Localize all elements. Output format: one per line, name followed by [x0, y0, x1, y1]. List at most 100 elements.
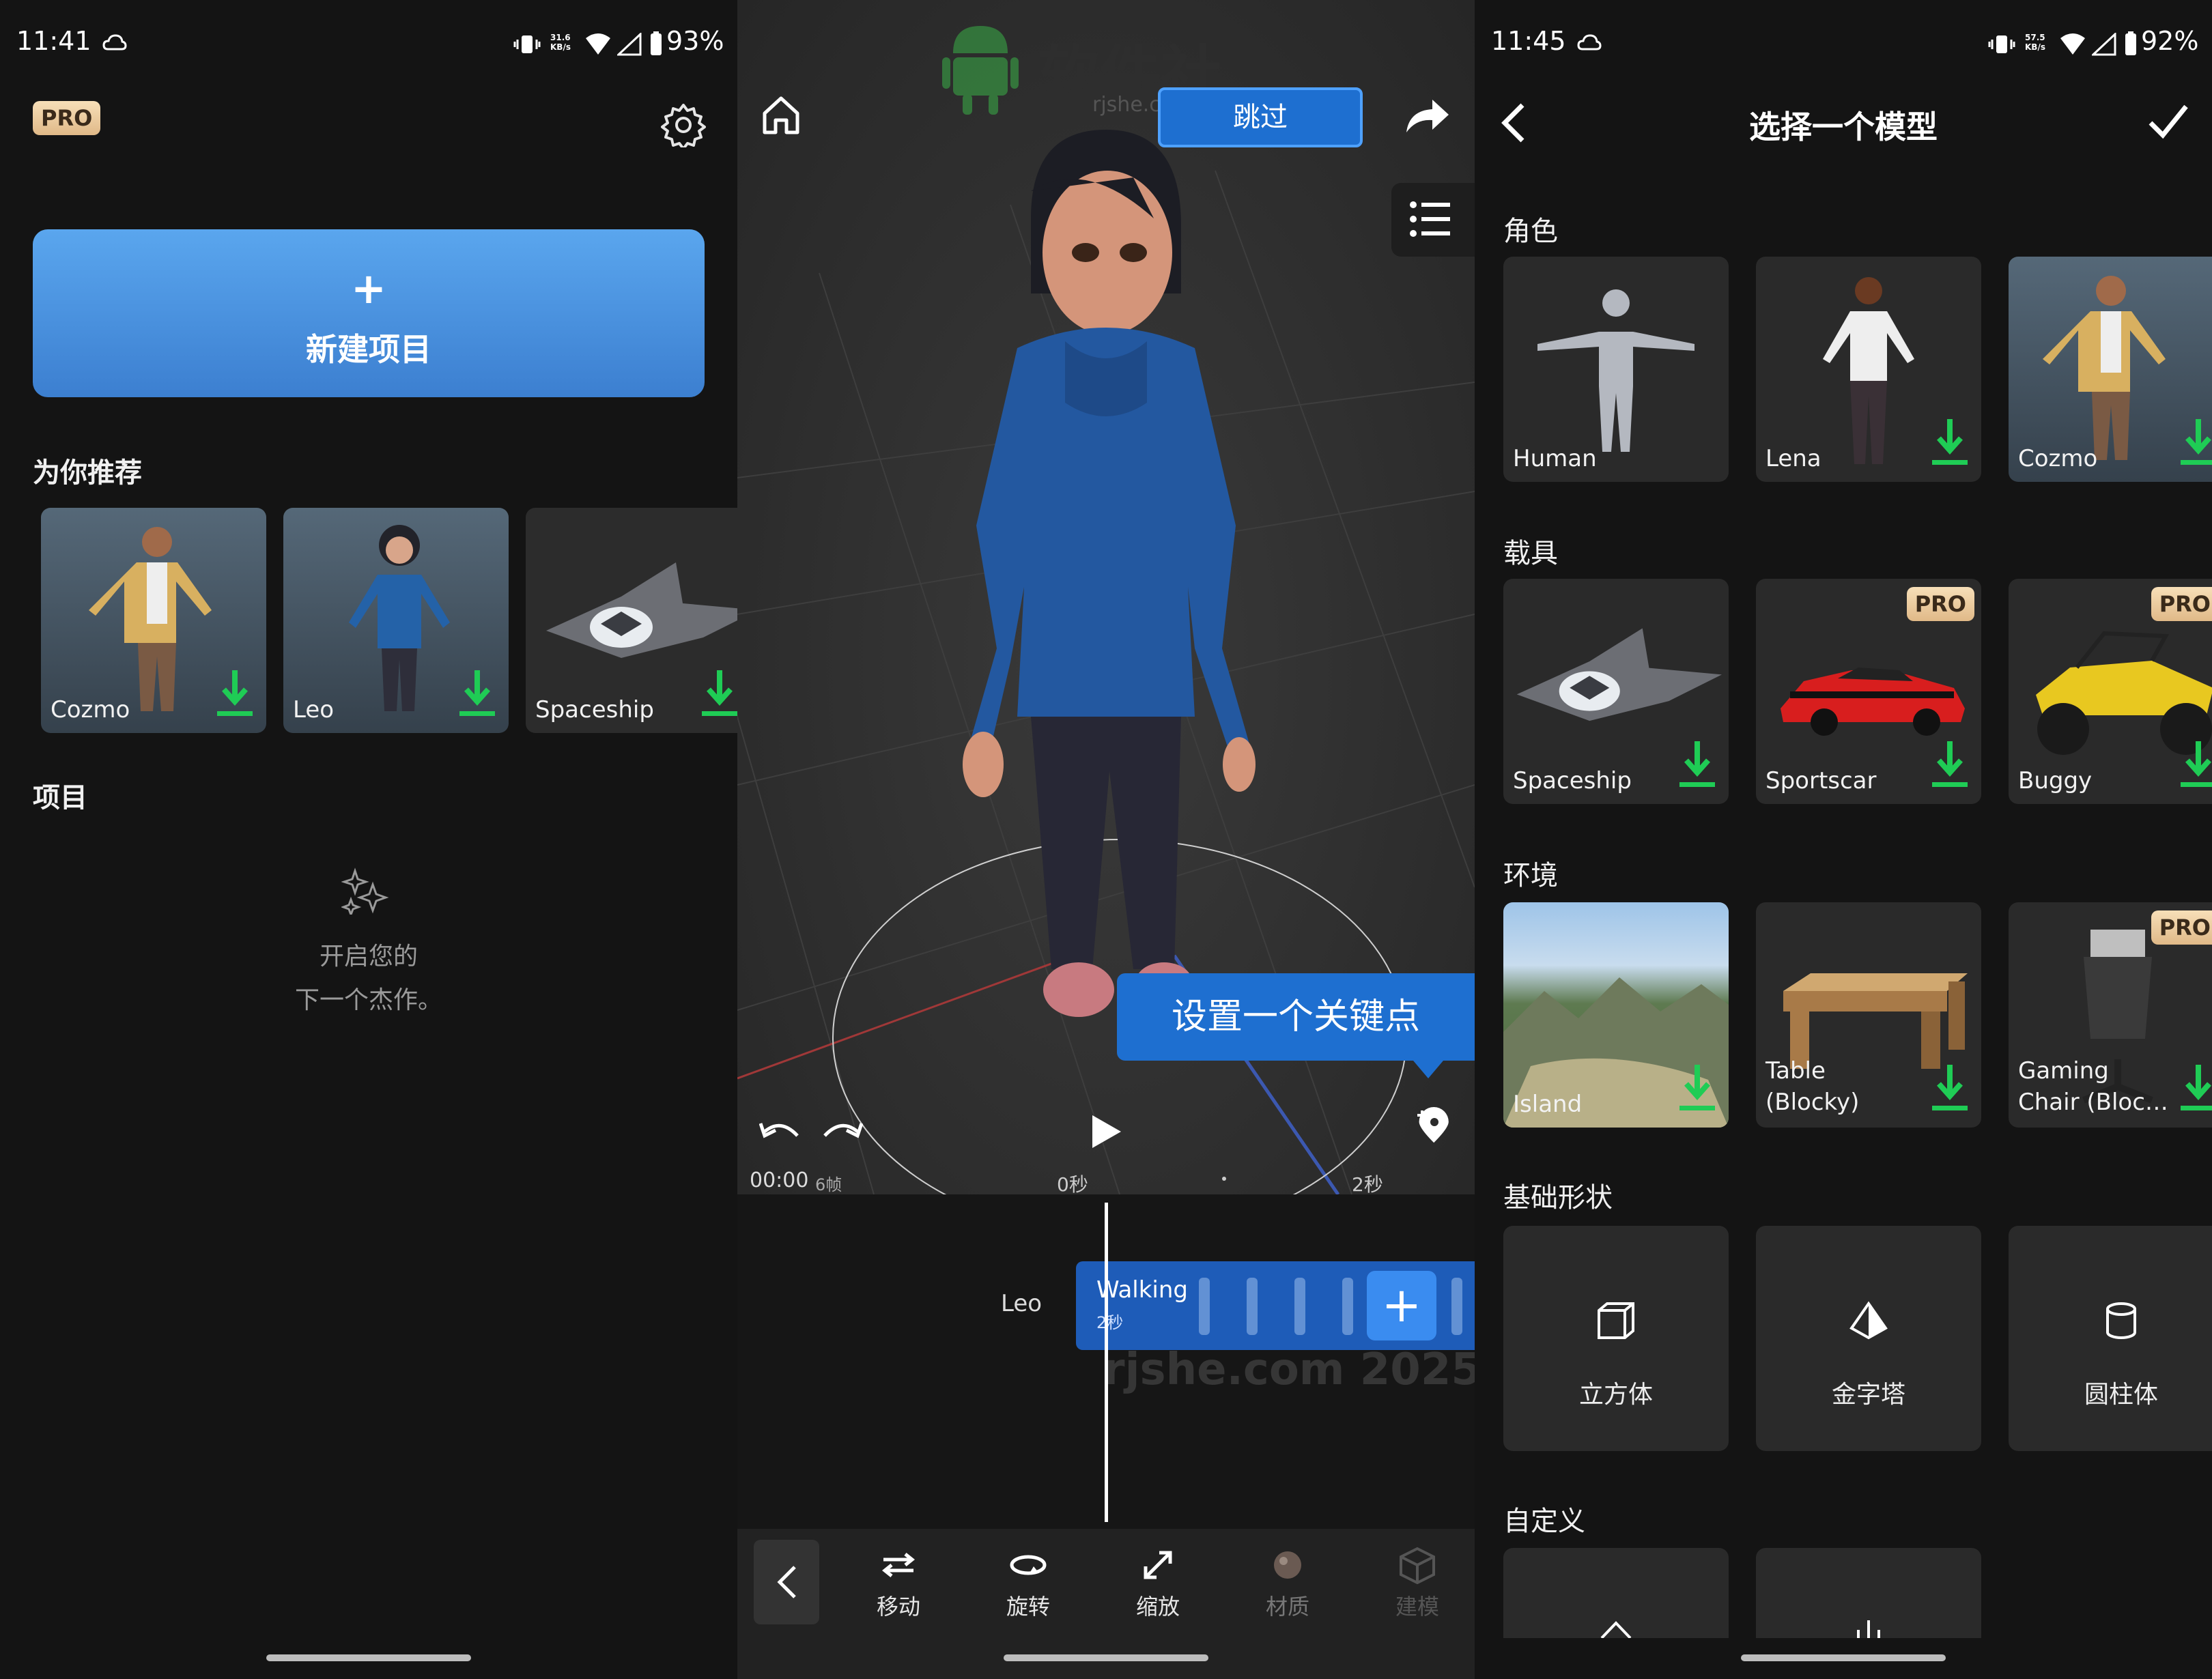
model-card-table[interactable]: Table (Blocky)	[1756, 902, 1981, 1128]
recommended-card-leo[interactable]: Leo	[283, 508, 509, 733]
tool-label: 旋转	[1006, 1594, 1050, 1620]
battery-icon	[650, 31, 662, 56]
model-picker-screen: 11:45 57.5 KB/s 92% 选择一个模型 角色 Human Lena	[1475, 0, 2212, 1679]
add-clip-button[interactable]: +	[1367, 1271, 1436, 1340]
animation-clip[interactable]: Walking 2秒 +	[1076, 1261, 1475, 1350]
share-icon[interactable]	[1404, 97, 1450, 135]
sparkle-icon	[341, 867, 389, 915]
tool-label: 建模	[1395, 1594, 1439, 1620]
vibrate-icon	[513, 34, 541, 55]
model-card-cozmo[interactable]: Cozmo	[2009, 257, 2212, 482]
custom-card-2[interactable]	[1756, 1548, 1981, 1638]
net-speed: 57.5 KB/s	[2025, 33, 2045, 52]
track-name: Leo	[1001, 1290, 1043, 1317]
toolbar-back-button[interactable]	[754, 1540, 819, 1624]
card-label: Cozmo	[2018, 445, 2098, 472]
download-icon[interactable]	[1932, 1063, 1968, 1113]
new-project-button[interactable]: + 新建项目	[33, 229, 705, 397]
shape-card-cylinder[interactable]: 圆柱体	[2009, 1226, 2212, 1451]
model-icon	[1398, 1546, 1436, 1584]
timecode: 00:00	[750, 1168, 809, 1192]
tool-scale[interactable]: 缩放	[1103, 1546, 1213, 1621]
card-label: Table (Blocky)	[1766, 1057, 1860, 1116]
home-indicator[interactable]	[1741, 1654, 1946, 1661]
signal-icon	[2092, 33, 2116, 56]
spaceship-figure	[1510, 613, 1722, 749]
tool-move[interactable]: 移动	[844, 1546, 953, 1621]
shape-card-pyramid[interactable]: 金字塔	[1756, 1226, 1981, 1451]
download-icon[interactable]	[1932, 740, 1968, 789]
shape-card-cube[interactable]: 立方体	[1503, 1226, 1729, 1451]
empty-state-line2: 下一个杰作。	[294, 986, 442, 1014]
pro-badge: PRO	[2151, 587, 2212, 621]
skip-button[interactable]: 跳过	[1158, 87, 1363, 147]
download-icon[interactable]	[2181, 740, 2212, 789]
clip-duration: 2秒	[1096, 1313, 1124, 1332]
clip-name: Walking	[1096, 1276, 1188, 1304]
battery-level: 93%	[666, 26, 724, 56]
timeline[interactable]: Leo Walking 2秒 + rjshe.com 2025-05-31	[737, 1194, 1475, 1529]
card-label: Buggy	[2018, 767, 2093, 794]
pro-badge[interactable]: PRO	[33, 101, 101, 135]
rotate-icon	[1009, 1546, 1047, 1584]
cozmo-figure	[82, 515, 232, 719]
card-label: Gaming Chair (Bloc…	[2018, 1057, 2168, 1116]
empty-state-line1: 开启您的	[319, 943, 418, 971]
download-icon[interactable]	[702, 669, 737, 718]
keyframe-tooltip: 设置一个关键点	[1117, 973, 1475, 1061]
tool-rotate[interactable]: 旋转	[974, 1546, 1083, 1621]
download-icon[interactable]	[2181, 1063, 2212, 1113]
custom-card-1[interactable]	[1503, 1548, 1729, 1638]
cylinder-icon	[2101, 1301, 2141, 1340]
list-icon	[1409, 198, 1451, 240]
model-card-island[interactable]: Island	[1503, 902, 1729, 1128]
home-icon[interactable]	[759, 93, 803, 137]
card-label: 金字塔	[1831, 1381, 1905, 1409]
playhead[interactable]	[1105, 1203, 1108, 1522]
cloud-icon	[102, 33, 127, 52]
download-icon[interactable]	[217, 669, 253, 718]
tool-model[interactable]: 建模	[1363, 1546, 1472, 1621]
tool-label: 材质	[1265, 1594, 1309, 1620]
download-icon[interactable]	[1932, 418, 1968, 467]
download-icon[interactable]	[1679, 1063, 1715, 1113]
human-figure	[1531, 284, 1701, 455]
leo-character-3d	[963, 130, 1256, 1017]
ruler-label-0s: 0秒	[1057, 1173, 1088, 1196]
recommended-card-cozmo[interactable]: Cozmo	[41, 508, 266, 733]
model-card-gaming-chair[interactable]: PRO Gaming Chair (Bloc…	[2009, 902, 2212, 1128]
play-icon[interactable]	[1088, 1113, 1124, 1151]
download-icon[interactable]	[1679, 740, 1715, 789]
add-keyframe-icon[interactable]	[1415, 1107, 1457, 1149]
vibrate-icon	[1988, 34, 2015, 55]
tool-label: 缩放	[1135, 1594, 1180, 1620]
status-time: 11:45	[1491, 26, 1566, 56]
model-card-buggy[interactable]: PRO Buggy	[2009, 579, 2212, 804]
section-vehicles-title: 载具	[1503, 538, 1558, 569]
model-card-lena[interactable]: Lena	[1756, 257, 1981, 482]
checkmark-icon[interactable]	[2148, 102, 2189, 141]
model-card-spaceship[interactable]: Spaceship	[1503, 579, 1729, 804]
download-icon[interactable]	[2181, 418, 2212, 467]
home-indicator[interactable]	[1004, 1654, 1208, 1661]
card-label: Island	[1513, 1091, 1583, 1118]
redo-icon[interactable]	[819, 1115, 863, 1149]
download-icon[interactable]	[459, 669, 495, 718]
outline-list-button[interactable]	[1391, 183, 1475, 257]
model-card-human[interactable]: Human	[1503, 257, 1729, 482]
pyramid-icon	[1849, 1301, 1888, 1340]
ruler-label-2s: 2秒	[1352, 1173, 1383, 1196]
editor-screen: 软件社 rjshe.com 跳过 设置一个关键点 00:00 6帧 0秒 2秒 …	[737, 0, 1475, 1679]
page-title: 选择一个模型	[1749, 109, 1938, 145]
scale-icon	[1139, 1546, 1177, 1584]
undo-icon[interactable]	[759, 1115, 803, 1149]
status-time: 11:41	[16, 26, 91, 56]
wifi-icon	[584, 31, 612, 57]
tool-material[interactable]: 材质	[1233, 1546, 1342, 1621]
leo-figure	[324, 515, 474, 719]
gear-icon[interactable]	[661, 102, 706, 147]
model-card-sportscar[interactable]: PRO Sportscar	[1756, 579, 1981, 804]
home-indicator[interactable]	[266, 1654, 471, 1661]
recommended-card-spaceship[interactable]: Spaceship	[526, 508, 737, 733]
signal-icon	[617, 33, 642, 56]
